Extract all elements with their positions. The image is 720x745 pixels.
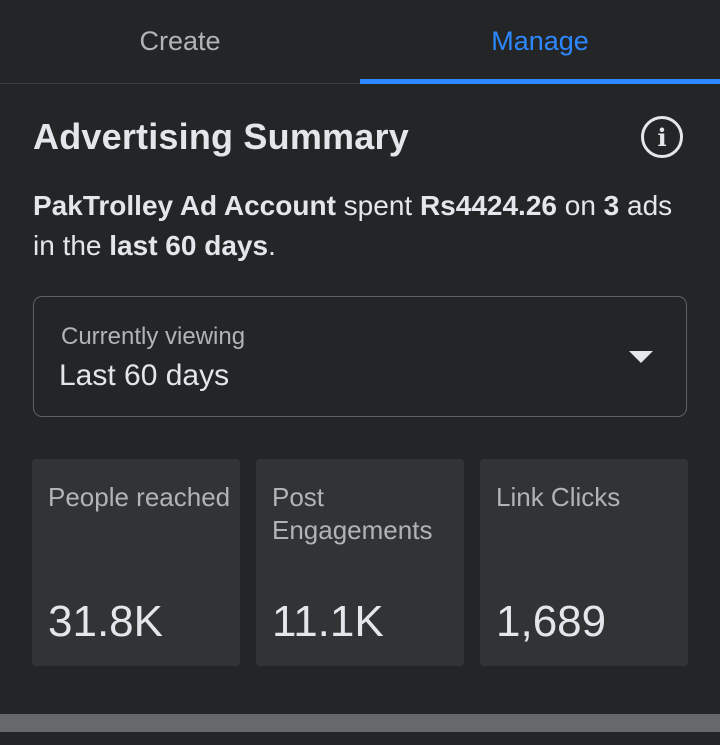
stat-card-people-reached[interactable]: People reached 31.8K (32, 459, 240, 666)
ad-count: 3 (603, 190, 620, 221)
selected-period-value: Last 60 days (59, 359, 230, 392)
info-icon[interactable]: i (641, 116, 683, 158)
stat-value: 31.8K (48, 597, 163, 646)
spent-text: spent (335, 190, 420, 221)
stat-card-post-engagements[interactable]: Post Engagements 11.1K (256, 459, 464, 666)
sentence-end: . (268, 230, 276, 261)
period-text: last 60 days (109, 230, 269, 261)
summary-description: PakTrolley Ad Account spent Rs4424.26 on… (33, 186, 693, 266)
section-divider (0, 714, 720, 732)
stats-row: People reached 31.8K Post Engagements 11… (32, 459, 688, 666)
stat-value: 1,689 (496, 597, 607, 646)
stat-label: People reached (48, 482, 231, 512)
stat-value: 11.1K (272, 597, 384, 646)
currently-viewing-label: Currently viewing (61, 323, 246, 350)
tab-manage[interactable]: Manage (360, 0, 720, 84)
tab-bar: Create Manage (0, 0, 720, 84)
account-name: PakTrolley Ad Account (33, 190, 336, 221)
stat-label: Link Clicks (496, 482, 621, 512)
period-dropdown[interactable]: Currently viewing Last 60 days (33, 296, 687, 417)
spent-amount: Rs4424.26 (419, 190, 557, 221)
advertising-summary-title: Advertising Summary (33, 116, 409, 157)
stat-label: Post Engagements (272, 482, 433, 545)
stat-card-link-clicks[interactable]: Link Clicks 1,689 (480, 459, 688, 666)
on-text: on (556, 190, 604, 221)
caret-down-icon (629, 351, 653, 363)
tab-create[interactable]: Create (0, 0, 360, 83)
